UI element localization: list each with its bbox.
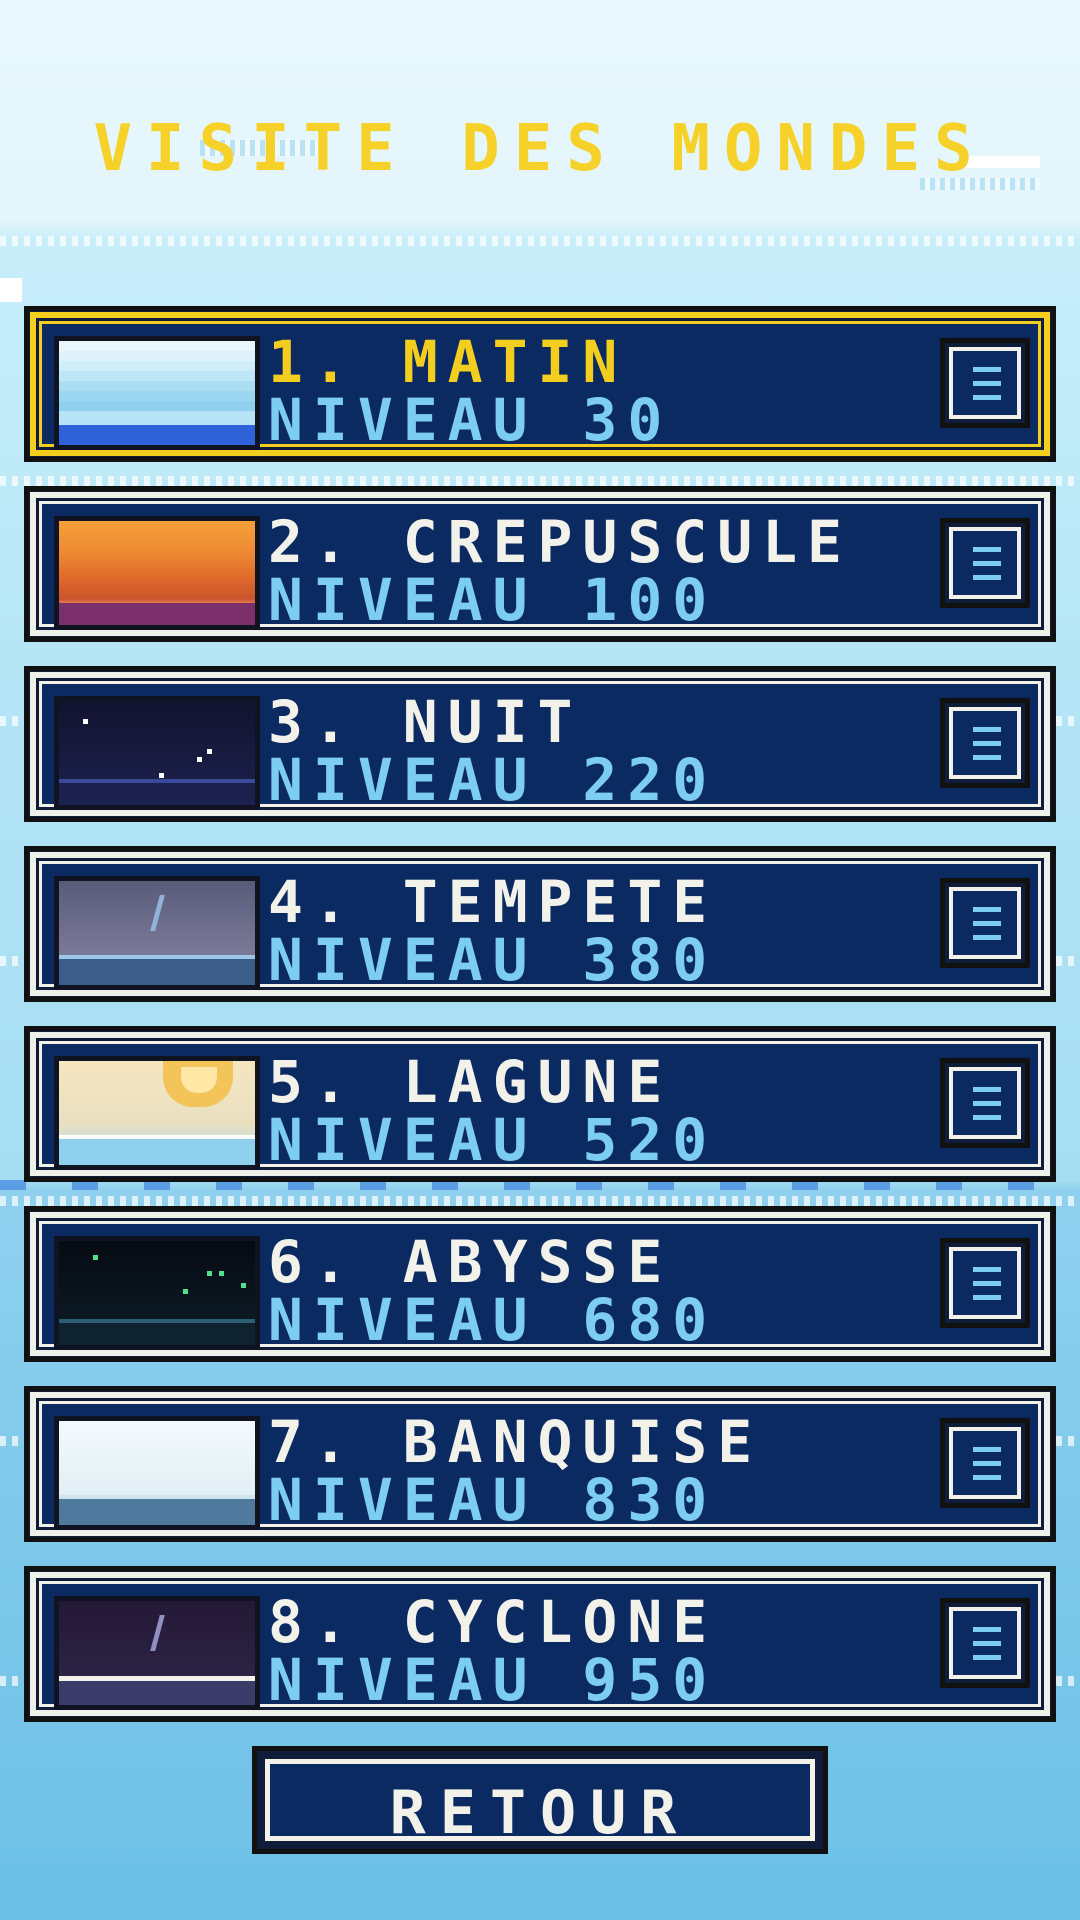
world-thumbnail-abyss	[54, 1236, 260, 1350]
menu-list-icon	[949, 707, 1021, 779]
menu-list-icon	[949, 1427, 1021, 1499]
world-card-matin[interactable]: 1. MATIN NIVEAU 30	[24, 306, 1056, 462]
sky-band	[0, 236, 1080, 246]
world-card-abysse[interactable]: 6. ABYSSE NIVEAU 680	[24, 1206, 1056, 1362]
world-thumbnail-cyclone	[54, 1596, 260, 1710]
world-level: NIVEAU 950	[268, 1646, 718, 1714]
menu-list-icon	[949, 1247, 1021, 1319]
world-level: NIVEAU 380	[268, 926, 718, 994]
menu-list-icon	[949, 1067, 1021, 1139]
world-level: NIVEAU 520	[268, 1106, 718, 1174]
world-thumbnail-storm	[54, 876, 260, 990]
world-level: NIVEAU 100	[268, 566, 718, 634]
world-level: NIVEAU 830	[268, 1466, 718, 1534]
world-thumbnail-ice	[54, 1416, 260, 1530]
sky-band	[0, 1196, 1080, 1206]
world-level: NIVEAU 220	[268, 746, 718, 814]
world-name: 1. MATIN	[268, 328, 628, 396]
world-level: NIVEAU 30	[268, 386, 673, 454]
world-card-crepuscule[interactable]: 2. CREPUSCULE NIVEAU 100	[24, 486, 1056, 642]
world-thumbnail-night	[54, 696, 260, 810]
menu-list-icon	[949, 1607, 1021, 1679]
world-card-nuit[interactable]: 3. NUIT NIVEAU 220	[24, 666, 1056, 822]
world-card-tempete[interactable]: 4. TEMPETE NIVEAU 380	[24, 846, 1056, 1002]
world-menu-button[interactable]	[940, 338, 1030, 428]
menu-list-icon	[949, 887, 1021, 959]
world-menu-button[interactable]	[940, 1058, 1030, 1148]
sky-band	[0, 476, 1080, 486]
world-card-banquise[interactable]: 7. BANQUISE NIVEAU 830	[24, 1386, 1056, 1542]
back-button-label: RETOUR	[389, 1778, 691, 1848]
menu-list-icon	[949, 347, 1021, 419]
world-name: 6. ABYSSE	[268, 1228, 673, 1296]
world-thumbnail-morning	[54, 336, 260, 450]
world-name: 5. LAGUNE	[268, 1048, 673, 1116]
world-name: 8. CYCLONE	[268, 1588, 718, 1656]
world-name: 3. NUIT	[268, 688, 583, 756]
back-button[interactable]: RETOUR	[252, 1746, 828, 1854]
world-name: 4. TEMPETE	[268, 868, 718, 936]
world-card-cyclone[interactable]: 8. CYCLONE NIVEAU 950	[24, 1566, 1056, 1722]
world-menu-button[interactable]	[940, 1418, 1030, 1508]
world-name: 2. CREPUSCULE	[268, 508, 852, 576]
world-menu-button[interactable]	[940, 518, 1030, 608]
world-level: NIVEAU 680	[268, 1286, 718, 1354]
world-thumbnail-dusk	[54, 516, 260, 630]
world-menu-button[interactable]	[940, 698, 1030, 788]
world-menu-button[interactable]	[940, 1598, 1030, 1688]
page-title: VISITE DES MONDES	[93, 112, 987, 186]
menu-list-icon	[949, 527, 1021, 599]
world-name: 7. BANQUISE	[268, 1408, 763, 1476]
world-card-lagune[interactable]: 5. LAGUNE NIVEAU 520	[24, 1026, 1056, 1182]
world-thumbnail-lagoon	[54, 1056, 260, 1170]
world-menu-button[interactable]	[940, 878, 1030, 968]
cloud	[0, 278, 22, 302]
world-menu-button[interactable]	[940, 1238, 1030, 1328]
